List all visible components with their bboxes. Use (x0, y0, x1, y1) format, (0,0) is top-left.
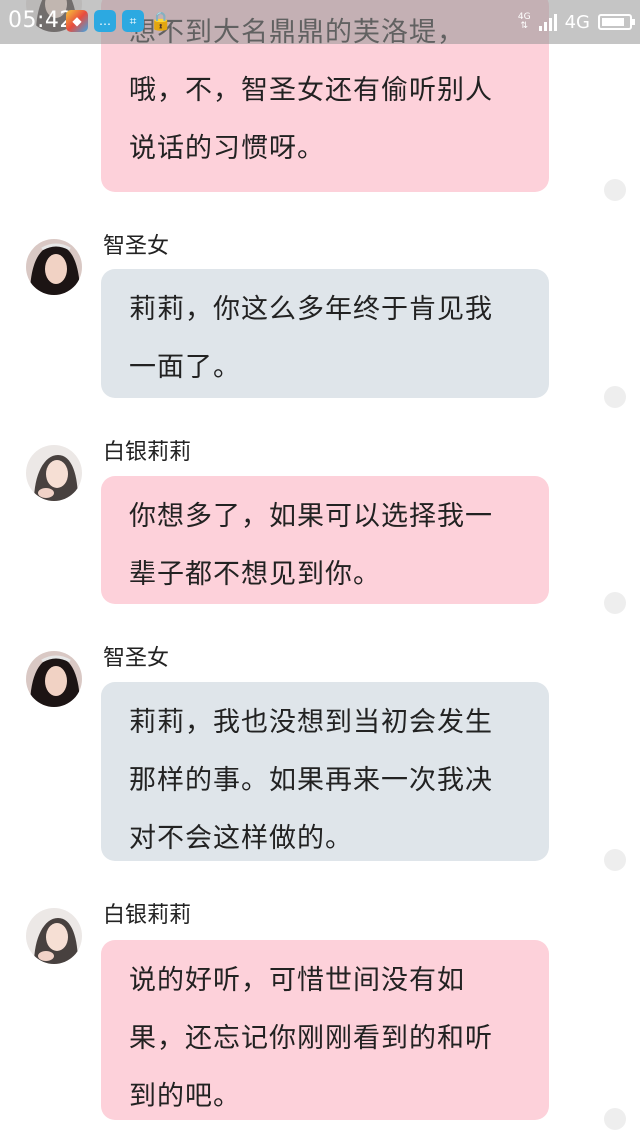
avatar-zhishengnv[interactable] (26, 651, 82, 707)
message-line: 到的吧。 (129, 1081, 241, 1112)
message-line: 说的好听，可惜世间没有如 (129, 965, 465, 996)
message-line: 一面了。 (129, 352, 241, 383)
avatar-lily[interactable] (26, 445, 82, 501)
status-bar: 05:42 ◆ … ⌗ 🔒 4G ⇅ 4G (0, 0, 640, 44)
sender-name: 智圣女 (103, 646, 170, 671)
message-line: 辈子都不想见到你。 (129, 559, 381, 590)
sender-name: 白银莉莉 (103, 440, 192, 465)
sender-name: 智圣女 (103, 234, 170, 259)
lock-icon: 🔒 (149, 10, 173, 32)
scanner-icon: ⌗ (122, 10, 144, 32)
avatar-zhishengnv[interactable] (26, 239, 82, 295)
signal-icon (538, 13, 557, 31)
sender-name: 白银莉莉 (103, 903, 192, 928)
network-label: 4G (564, 11, 590, 33)
read-indicator-dot (604, 179, 626, 201)
message-line: 莉莉，我也没想到当初会发生 (129, 707, 493, 738)
message-line: 哦，不，智圣女还有偷听别人 (129, 75, 493, 106)
read-indicator-dot (604, 1108, 626, 1130)
message-bubble-2[interactable]: 你想多了，如果可以选择我一 辈子都不想见到你。 (101, 476, 549, 604)
app-store-icon: ◆ (66, 10, 88, 32)
message-line: 对不会这样做的。 (129, 823, 353, 854)
read-indicator-dot (604, 592, 626, 614)
status-right-cluster: 4G ⇅ 4G (517, 8, 635, 36)
message-line: 说话的习惯呀。 (129, 133, 325, 164)
network-small-label: 4G ⇅ (517, 12, 531, 31)
message-bubble-3[interactable]: 莉莉，我也没想到当初会发生 那样的事。如果再来一次我决 对不会这样做的。 (101, 682, 549, 861)
message-bubble-4[interactable]: 说的好听，可惜世间没有如 果，还忘记你刚刚看到的和听 到的吧。 (101, 940, 549, 1120)
message-line: 果，还忘记你刚刚看到的和听 (129, 1023, 493, 1054)
message-bubble-1[interactable]: 莉莉，你这么多年终于肯见我 一面了。 (101, 269, 549, 398)
message-icon: … (94, 10, 116, 32)
battery-fill (602, 18, 624, 26)
message-line: 莉莉，你这么多年终于肯见我 (129, 294, 493, 325)
status-time: 05:42 (8, 8, 74, 33)
read-indicator-dot (604, 849, 626, 871)
message-line: 那样的事。如果再来一次我决 (129, 765, 493, 796)
message-line: 你想多了，如果可以选择我一 (129, 501, 493, 532)
battery-icon (598, 14, 635, 30)
avatar-lily[interactable] (26, 908, 82, 964)
read-indicator-dot (604, 386, 626, 408)
